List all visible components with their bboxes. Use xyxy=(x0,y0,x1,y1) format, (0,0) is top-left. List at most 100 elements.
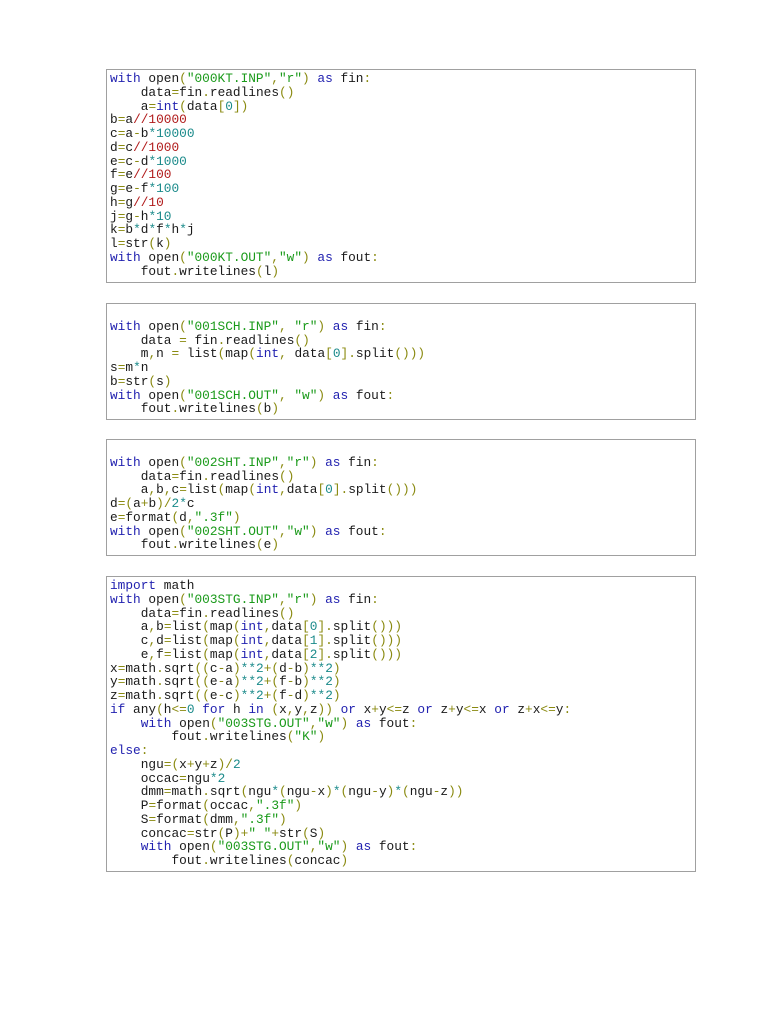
code-token: * xyxy=(332,784,341,800)
code-token: format xyxy=(156,811,203,827)
code-token: : xyxy=(386,387,395,403)
code-token: * xyxy=(248,688,256,703)
code-token: ) xyxy=(156,496,164,511)
code-token: " " xyxy=(248,825,272,841)
code-line: with open("002SHT.OUT","w") as fout: xyxy=(110,524,695,539)
code-token: data xyxy=(186,98,218,114)
code-token: . xyxy=(202,853,210,868)
code-token: //10000 xyxy=(133,112,187,128)
code-line: concac=str(P)+" "+str(S) xyxy=(110,825,695,841)
code-token: data xyxy=(286,482,318,498)
code-token: [ xyxy=(325,346,333,362)
code-token: d xyxy=(294,688,303,703)
code-token: ( xyxy=(232,619,241,635)
code-token: . xyxy=(325,633,333,648)
code-token: any xyxy=(133,701,157,717)
code-line: d=c//1000 xyxy=(110,140,695,155)
code-token: ngu xyxy=(286,784,310,800)
code-line: else: xyxy=(110,744,695,758)
code-token: = xyxy=(163,633,172,648)
code-token: as xyxy=(317,71,333,86)
code-token: math xyxy=(125,660,157,676)
code-token: int xyxy=(240,633,264,648)
code-line: with open("001SCH.OUT", "w") as fout: xyxy=(110,387,695,403)
code-token: * xyxy=(179,222,187,238)
code-token: n xyxy=(140,360,149,375)
code-line: if any(h<=0 for h in (x,y,z)) or x+y<=z … xyxy=(110,701,695,717)
code-token: h xyxy=(110,194,118,210)
code-token: . xyxy=(156,688,164,703)
code-token: - xyxy=(133,181,141,196)
code-line: with open("002SHT.INP","r") as fin: xyxy=(110,454,695,470)
code-token: ".3f" xyxy=(240,811,280,827)
code-token: c xyxy=(186,496,195,511)
code-token: = xyxy=(171,605,180,621)
code-line: h=g//10 xyxy=(110,194,695,210)
code-line: e,f=list(map(int,data[2].split())) xyxy=(110,646,695,662)
code-token: = xyxy=(171,84,180,100)
code-token: ( xyxy=(371,646,379,662)
code-token: x xyxy=(179,756,187,772)
code-token: fout xyxy=(171,729,203,745)
code-token: ( xyxy=(202,660,210,676)
code-token: m xyxy=(125,360,134,375)
code-token: ) xyxy=(402,346,410,362)
code-token: - xyxy=(133,126,141,141)
code-token: , xyxy=(148,346,157,362)
code-token: / xyxy=(225,756,233,772)
code-token: a xyxy=(225,674,233,690)
code-token: "002SHT.INP" xyxy=(186,454,279,470)
code-token: ( xyxy=(271,688,280,703)
code-line: occac=ngu*2 xyxy=(110,771,695,786)
code-token: int xyxy=(256,346,280,362)
code-token: ) xyxy=(455,784,464,800)
code-token: ) xyxy=(286,605,295,621)
code-token: "K" xyxy=(294,729,318,745)
code-token: fin xyxy=(179,468,203,484)
code-token: b xyxy=(148,496,157,511)
code-token: : xyxy=(563,701,572,717)
code-token: , xyxy=(278,454,287,470)
code-token: occac xyxy=(209,798,249,813)
code-token: z xyxy=(110,688,118,703)
code-token: k xyxy=(110,222,118,238)
code-token: , xyxy=(248,798,256,813)
code-token: = xyxy=(148,811,157,827)
code-token: ) xyxy=(409,482,418,498)
code-line: P=format(occac,".3f") xyxy=(110,799,695,813)
code-token: ) xyxy=(394,633,402,648)
code-line: fout.writelines(b) xyxy=(110,402,695,416)
code-token: map xyxy=(225,482,249,498)
code-token: map xyxy=(209,633,233,648)
code-token: g xyxy=(110,181,118,196)
code-token: . xyxy=(171,537,180,553)
code-token: ( xyxy=(209,715,218,731)
code-token: y xyxy=(378,784,387,800)
code-token: with xyxy=(140,715,172,731)
code-token: s xyxy=(110,360,118,375)
code-token: , xyxy=(278,318,287,334)
code-token: as xyxy=(325,454,341,470)
code-token: fout xyxy=(378,839,410,855)
code-token: as xyxy=(317,249,333,265)
code-token: 10000 xyxy=(156,126,195,141)
code-token: as xyxy=(355,839,372,855)
